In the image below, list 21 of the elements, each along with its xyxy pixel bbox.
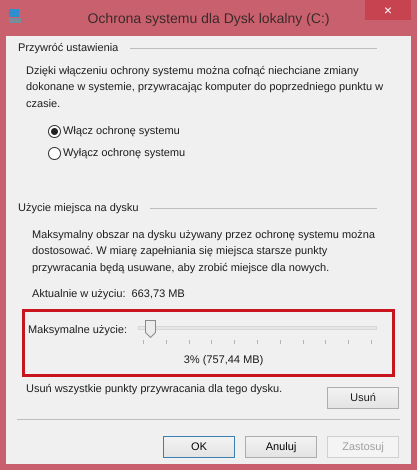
slider-track[interactable]: [138, 320, 377, 338]
dialog-button[interactable]: Anuluj: [245, 436, 317, 458]
slider-thumb[interactable]: [145, 320, 156, 338]
radio-label[interactable]: Wyłącz ochronę systemu: [63, 144, 186, 162]
radio-button[interactable]: [48, 124, 61, 138]
slider-label: Maksymalne użycie:: [28, 322, 128, 338]
radio-button[interactable]: [48, 146, 61, 160]
usage-label: Aktualnie w użyciu:: [32, 287, 126, 302]
delete-button[interactable]: Usuń: [327, 387, 399, 409]
drive-icon: [8, 8, 22, 24]
description-text: Dzięki włączeniu ochrony systemu można cofnąć niechciane zmiany dokonane w systemie, przywracając komputer do poprzedniego punktu w czasie.: [25, 64, 384, 112]
section-heading: Użycie miejsca na dysku: [18, 201, 138, 216]
description-text: Maksymalny obszar na dysku używany przez ochronę systemu można dostosować. W miarę zapełniania się miejsca starsze punkty przywracania będą usuwane, aby zrobić miejsce dla nowych.: [31, 228, 376, 276]
ok-button[interactable]: OK: [163, 436, 235, 458]
window-title: Ochrona systemu dla Dysk lokalny (C:): [88, 8, 330, 28]
usage-value: 663,73 MB: [132, 287, 185, 302]
slider-reading: 3% (757,44 MB): [184, 352, 264, 368]
radio-label[interactable]: Włącz ochronę systemu: [63, 122, 180, 140]
section-heading: Przywróć ustawienia: [18, 41, 118, 56]
close-button[interactable]: ×: [365, 0, 411, 20]
delete-text: Usuń wszystkie punkty przywracania dla tego dysku.: [26, 382, 284, 397]
